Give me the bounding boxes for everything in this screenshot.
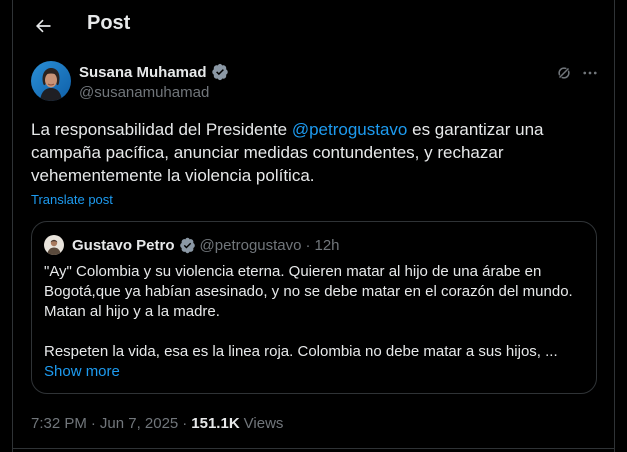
verified-badge-icon — [179, 237, 195, 254]
quoted-header: Gustavo Petro @petrogustavo · 12h — [72, 237, 340, 254]
quoted-author-name: Gustavo Petro — [72, 237, 175, 254]
quoted-paragraph-2: Respeten la vida, esa es la linea roja. … — [44, 343, 558, 360]
quoted-author-avatar — [44, 235, 64, 255]
post-time[interactable]: 7:32 PM — [31, 415, 87, 432]
post-date[interactable]: Jun 7, 2025 — [100, 415, 178, 432]
meta-separator: · — [182, 415, 188, 432]
show-more-link[interactable]: Show more — [44, 363, 120, 380]
author-name[interactable]: Susana Muhamad — [79, 64, 207, 81]
grok-button[interactable] — [553, 62, 575, 84]
quoted-post[interactable]: Gustavo Petro @petrogustavo · 12h "Ay" C… — [31, 221, 597, 394]
meta-separator: · — [90, 415, 96, 432]
arrow-left-icon — [36, 19, 51, 33]
quoted-age: 12h — [314, 237, 340, 254]
verified-badge-icon — [211, 63, 228, 81]
views-count: 151.1K — [191, 415, 240, 432]
quoted-author-handle: @petrogustavo — [199, 237, 302, 254]
author-avatar[interactable] — [31, 61, 71, 101]
translate-post-link[interactable]: Translate post — [31, 192, 113, 207]
post-text-before: La responsabilidad del Presidente — [31, 120, 292, 139]
quoted-paragraph-1: "Ay" Colombia y su violencia eterna. Qui… — [44, 263, 573, 320]
page-title: Post — [87, 12, 131, 34]
quoted-text: "Ay" Colombia y su violencia eterna. Qui… — [44, 262, 590, 362]
mention-link[interactable]: @petrogustavo — [292, 120, 408, 139]
post-metadata: 7:32 PM · Jun 7, 2025 · 151.1K Views — [31, 415, 283, 432]
more-horizontal-icon — [583, 71, 597, 75]
post-text: La responsabilidad del Presidente @petro… — [31, 118, 606, 187]
post-detail-column: Post Susana Muhamad @susanamuhamad La re… — [12, 0, 615, 452]
page-header: Post — [13, 0, 614, 52]
quoted-separator: · — [305, 237, 311, 254]
author-name-row: Susana Muhamad — [79, 63, 229, 81]
more-options-button[interactable] — [579, 62, 601, 84]
views-label: Views — [243, 415, 284, 432]
back-button[interactable] — [31, 14, 55, 38]
author-handle[interactable]: @susanamuhamad — [79, 84, 209, 101]
grok-icon — [557, 66, 571, 80]
divider — [13, 448, 614, 449]
